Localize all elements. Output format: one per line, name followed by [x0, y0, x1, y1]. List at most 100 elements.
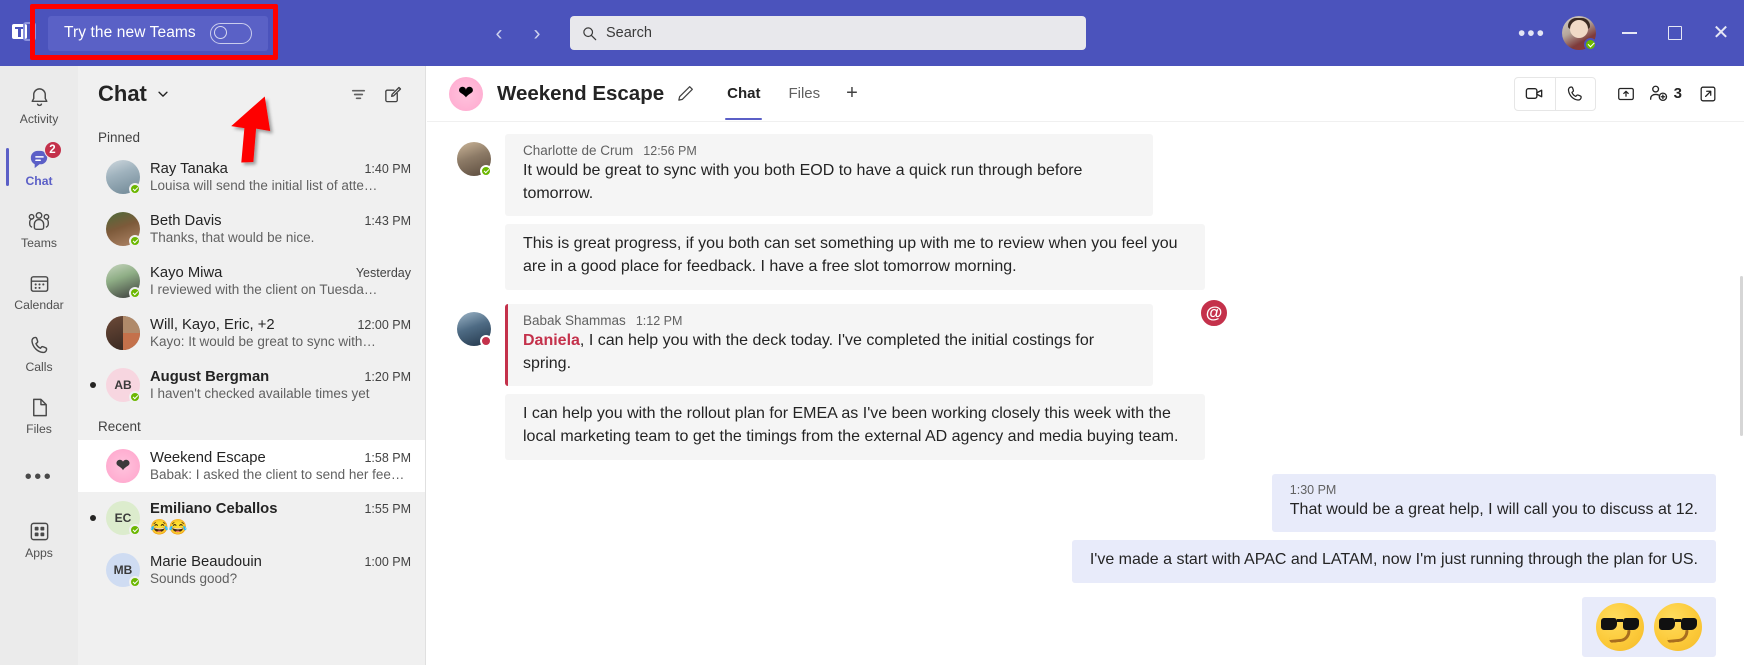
- conversation-pane: ❤ Weekend Escape Chat Files + 3 Charlott…: [427, 66, 1744, 665]
- sidebar-item-calls[interactable]: Calls: [0, 322, 78, 384]
- avatar: [106, 212, 141, 247]
- pop-out-icon[interactable]: [1690, 78, 1726, 110]
- presence-available-badge: [129, 576, 141, 588]
- presence-available-badge: [480, 165, 492, 177]
- title-bar: Try the new Teams ‹ › Search ••• ✕: [0, 0, 1744, 66]
- list-item[interactable]: Kayo Miwa Yesterday I reviewed with the …: [78, 255, 425, 307]
- list-item-name: Marie Beaudouin: [150, 554, 262, 570]
- share-screen-icon[interactable]: [1608, 78, 1644, 110]
- list-item-name: Weekend Escape: [150, 450, 266, 466]
- list-item-preview: I reviewed with the client on Tuesda…: [150, 282, 378, 297]
- list-item[interactable]: MB Marie Beaudouin 1:00 PM Sounds good?: [78, 544, 425, 596]
- conversation-tabs: Chat Files +: [715, 78, 868, 120]
- user-avatar[interactable]: [1562, 16, 1597, 51]
- bell-icon: [28, 84, 51, 110]
- message-text: This is great progress, if you both can …: [523, 235, 1178, 276]
- add-people-button[interactable]: 3: [1644, 83, 1690, 104]
- try-the-new-teams-toggle[interactable]: [209, 22, 252, 44]
- sidebar-item-apps[interactable]: Apps: [0, 508, 78, 570]
- add-tab-button[interactable]: +: [836, 78, 868, 109]
- list-item-name: Kayo Miwa: [150, 265, 223, 281]
- sidebar-more-button[interactable]: •••: [0, 446, 78, 508]
- close-button[interactable]: ✕: [1698, 0, 1744, 66]
- tab-chat[interactable]: Chat: [715, 79, 772, 120]
- pencil-icon[interactable]: [676, 84, 695, 103]
- title-bar-right: ••• ✕: [1502, 0, 1744, 66]
- message-bubble: 1:30 PM That would be a great help, I wi…: [1271, 473, 1716, 533]
- avatar-group: [106, 316, 140, 350]
- phone-icon: [28, 332, 51, 358]
- search-bar[interactable]: Search: [570, 16, 1086, 50]
- mention-token: Daniela: [523, 331, 580, 349]
- chevron-down-icon[interactable]: [156, 87, 170, 101]
- list-item-time: 1:20 PM: [364, 370, 411, 384]
- list-item-time: 1:58 PM: [364, 451, 411, 465]
- message-outgoing-continuation: I've made a start with APAC and LATAM, n…: [427, 540, 1744, 584]
- message-author: Charlotte de Crum: [523, 143, 634, 158]
- message-text: It would be great to sync with you both …: [523, 162, 1083, 202]
- sidebar-item-teams[interactable]: Teams: [0, 198, 78, 260]
- history-nav: ‹ ›: [482, 16, 554, 50]
- add-people-icon: [1649, 85, 1667, 102]
- avatar-initials: MB: [106, 553, 141, 588]
- tab-files[interactable]: Files: [776, 79, 832, 108]
- message-meta: Charlotte de Crum 12:56 PM: [523, 143, 1137, 158]
- scrollbar-thumb[interactable]: [1740, 276, 1743, 436]
- sidebar-item-chat[interactable]: 2 Chat: [0, 136, 78, 198]
- settings-more-button[interactable]: •••: [1502, 23, 1562, 44]
- list-item[interactable]: Will, Kayo, Eric, +2 12:00 PM Kayo: It w…: [78, 307, 425, 359]
- close-icon: ✕: [1712, 22, 1730, 44]
- list-item[interactable]: AB August Bergman 1:20 PM I haven't chec…: [78, 359, 425, 411]
- file-icon: [28, 394, 51, 420]
- message-text-rest: , I can help you with the deck today. I'…: [523, 331, 1095, 372]
- chat-icon: 2: [27, 141, 62, 172]
- message-list: Charlotte de Crum 12:56 PM It would be g…: [427, 122, 1744, 665]
- video-call-icon[interactable]: [1515, 78, 1555, 110]
- call-button-group: [1513, 76, 1596, 111]
- participant-count: 3: [1673, 85, 1682, 102]
- list-item-time: 1:00 PM: [364, 555, 411, 569]
- chat-list-header: Chat: [78, 66, 425, 122]
- presence-available-badge: [129, 235, 141, 247]
- list-item[interactable]: Ray Tanaka 1:40 PM Louisa will send the …: [78, 151, 425, 203]
- message-bubble: I've made a start with APAC and LATAM, n…: [1071, 540, 1716, 584]
- list-item-name: Will, Kayo, Eric, +2: [150, 317, 275, 333]
- message-text: Daniela, I can help you with the deck to…: [523, 330, 1137, 375]
- maximize-button[interactable]: [1652, 0, 1698, 66]
- conversation-avatar[interactable]: ❤: [449, 76, 483, 111]
- message-bubble: Babak Shammas 1:12 PM Daniela, I can hel…: [505, 297, 1229, 387]
- sunglasses-emoji-icon: [1596, 603, 1644, 652]
- list-item-time: Yesterday: [355, 266, 411, 280]
- filter-icon[interactable]: [341, 77, 375, 111]
- teams-window: Try the new Teams ‹ › Search ••• ✕ Activ…: [0, 0, 1744, 665]
- list-item-weekend-escape[interactable]: ❤ Weekend Escape 1:58 PM Babak: I asked …: [78, 440, 425, 492]
- forward-button[interactable]: ›: [520, 16, 554, 50]
- minimize-button[interactable]: [1606, 0, 1652, 66]
- sidebar-item-label: Files: [26, 422, 52, 437]
- message-bubble: I can help you with the rollout plan for…: [505, 394, 1205, 460]
- sidebar-item-activity[interactable]: Activity: [0, 74, 78, 136]
- presence-busy-badge: [480, 334, 492, 347]
- scrollbar-track[interactable]: [1740, 66, 1744, 665]
- teams-people-icon: [26, 208, 52, 234]
- avatar-initials-text: EC: [114, 511, 132, 525]
- app-rail: Activity 2 Chat Teams Calendar Calls Fil…: [0, 66, 78, 665]
- list-item-time: 1:40 PM: [364, 162, 411, 176]
- message-incoming-continuation: This is great progress, if you both can …: [427, 224, 1744, 290]
- apps-icon: [28, 518, 51, 544]
- compose-icon[interactable]: [375, 77, 409, 111]
- sidebar-item-files[interactable]: Files: [0, 384, 78, 446]
- back-button[interactable]: ‹: [482, 16, 516, 50]
- list-item[interactable]: EC Emiliano Ceballos 1:55 PM 😂😂: [78, 492, 425, 544]
- message-bubble: This is great progress, if you both can …: [505, 224, 1205, 290]
- audio-call-icon[interactable]: [1554, 77, 1595, 110]
- avatar: [106, 264, 141, 299]
- more-dots-icon: •••: [24, 466, 54, 488]
- list-item-time: 1:43 PM: [364, 214, 411, 228]
- mention-at-badge: @: [1199, 297, 1229, 328]
- list-item-name: August Bergman: [150, 369, 270, 385]
- message-time: 1:30 PM: [1289, 482, 1337, 497]
- sidebar-item-calendar[interactable]: Calendar: [0, 260, 78, 322]
- list-item[interactable]: Beth Davis 1:43 PM Thanks, that would be…: [78, 203, 425, 255]
- try-the-new-teams-banner[interactable]: Try the new Teams: [48, 15, 268, 51]
